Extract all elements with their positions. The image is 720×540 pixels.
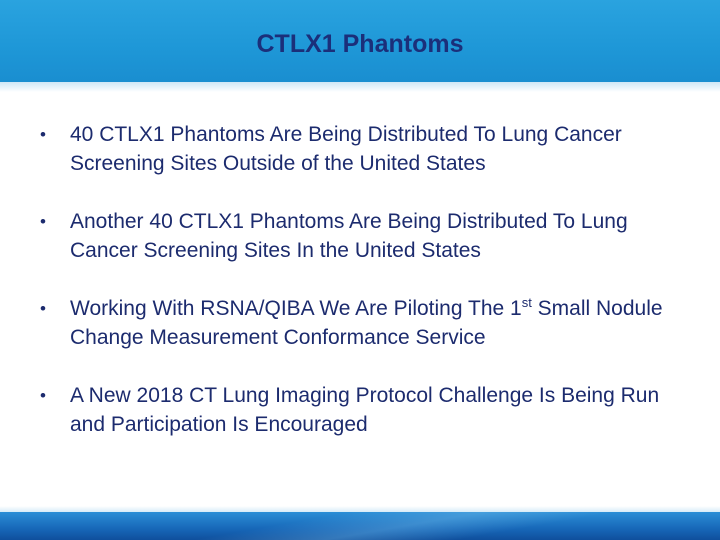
slide-title: CTLX1 Phantoms bbox=[256, 30, 464, 58]
bullet-list: • 40 CTLX1 Phantoms Are Being Distribute… bbox=[40, 120, 690, 468]
bullet-item: • Working With RSNA/QIBA We Are Piloting… bbox=[40, 294, 690, 352]
bullet-item: • Another 40 CTLX1 Phantoms Are Being Di… bbox=[40, 207, 690, 265]
bullet-text: Working With RSNA/QIBA We Are Piloting T… bbox=[70, 297, 522, 320]
bullet-text: Another 40 CTLX1 Phantoms Are Being Dist… bbox=[70, 210, 628, 262]
bullet-dot: • bbox=[40, 125, 46, 144]
bullet-dot: • bbox=[40, 386, 46, 405]
bullet-item: • 40 CTLX1 Phantoms Are Being Distribute… bbox=[40, 120, 690, 178]
bullet-text: 40 CTLX1 Phantoms Are Being Distributed … bbox=[70, 123, 622, 175]
bullet-text: A New 2018 CT Lung Imaging Protocol Chal… bbox=[70, 384, 660, 436]
bullet-dot: • bbox=[40, 212, 46, 231]
bullet-dot: • bbox=[40, 299, 46, 318]
header-divider bbox=[0, 82, 720, 92]
bullet-superscript: st bbox=[521, 295, 532, 310]
bullet-item: • A New 2018 CT Lung Imaging Protocol Ch… bbox=[40, 381, 690, 439]
footer-band bbox=[0, 512, 720, 540]
